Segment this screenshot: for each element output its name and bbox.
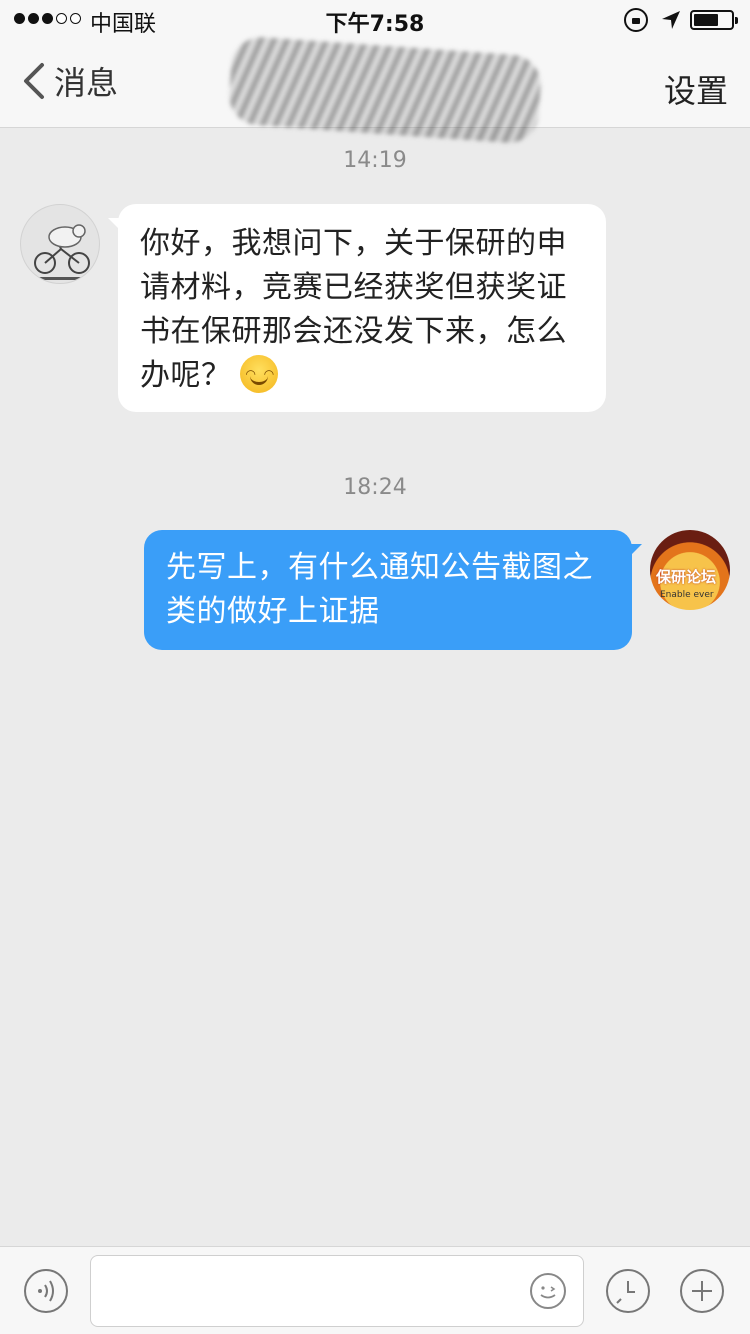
page-title bbox=[210, 62, 540, 102]
history-button[interactable] bbox=[606, 1269, 650, 1313]
message-timestamp: 14:19 bbox=[343, 148, 407, 173]
battery-icon bbox=[690, 10, 738, 30]
message-timestamp: 18:24 bbox=[343, 475, 407, 500]
avatar-logo-text: 保研论坛 bbox=[656, 568, 717, 586]
settings-button[interactable]: 设置 bbox=[664, 66, 728, 112]
user-avatar[interactable]: 保研论坛 Enable ever bbox=[650, 530, 730, 610]
back-label: 消息 bbox=[54, 64, 119, 102]
location-arrow-icon bbox=[662, 11, 680, 29]
avatar-logo-subtext: Enable ever bbox=[660, 590, 714, 600]
outgoing-message-bubble[interactable]: 先写上，有什么通知公告截图之类的做好上证据 bbox=[144, 530, 642, 650]
smile-icon bbox=[239, 352, 278, 396]
voice-wave-icon bbox=[38, 1280, 54, 1302]
status-bar: 中国联 下午7:58 bbox=[0, 0, 750, 40]
input-toolbar bbox=[0, 1246, 750, 1334]
more-actions-button[interactable] bbox=[680, 1269, 724, 1313]
back-button[interactable]: 消息 bbox=[18, 58, 118, 104]
message-text: 先写上，有什么通知公告截图之类的做好上证据 bbox=[166, 550, 593, 629]
emoji-button[interactable] bbox=[530, 1273, 566, 1309]
clock-icon bbox=[616, 1281, 635, 1304]
rotation-lock-icon bbox=[624, 8, 648, 32]
navigation-bar: 消息 设置 bbox=[0, 35, 750, 145]
incoming-message-bubble[interactable]: 你好，我想问下，关于保研的申请材料，竞赛已经获奖但获奖证书在保研那会还没发下来，… bbox=[108, 204, 606, 412]
message-input[interactable] bbox=[90, 1255, 584, 1327]
contact-avatar[interactable] bbox=[20, 204, 100, 284]
message-text: 你好，我想问下，关于保研的申请材料，竞赛已经获奖但获奖证书在保研那会还没发下来，… bbox=[140, 226, 567, 393]
emoji-face-icon bbox=[540, 1286, 556, 1299]
voice-input-button[interactable] bbox=[24, 1269, 68, 1313]
plus-icon bbox=[692, 1281, 712, 1301]
bike-pig-icon bbox=[34, 224, 90, 280]
chevron-left-icon bbox=[24, 63, 44, 99]
